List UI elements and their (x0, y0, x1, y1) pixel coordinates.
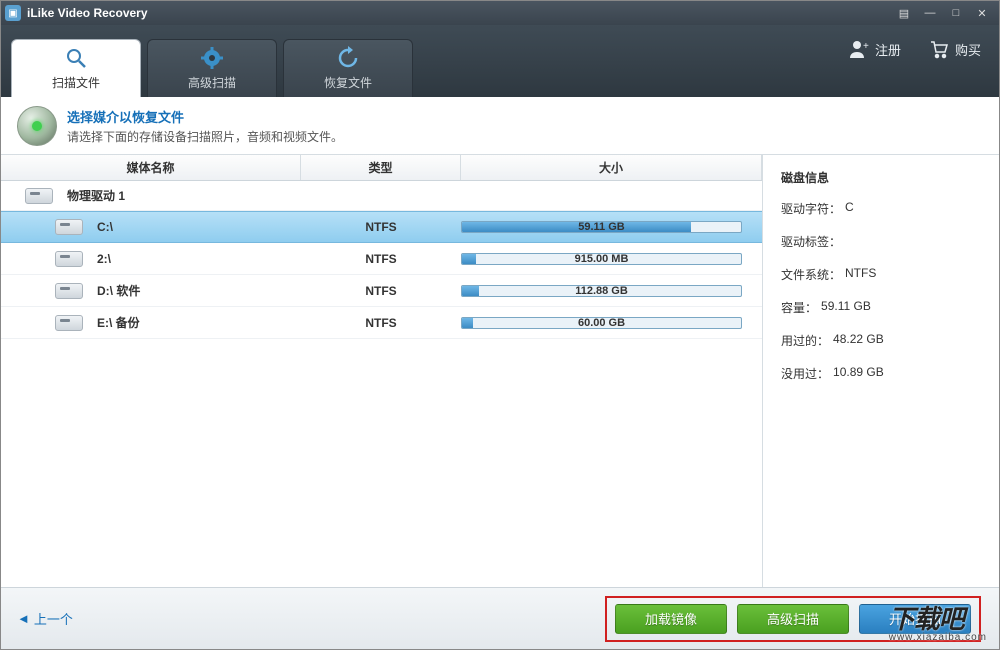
info-key: 没用过： (781, 365, 829, 382)
info-key: 驱动标签： (781, 233, 841, 250)
col-header-type[interactable]: 类型 (301, 155, 461, 180)
drive-row[interactable]: 2:\ NTFS 915.00 MB (1, 243, 762, 275)
arrow-left-icon: ◄ (17, 611, 30, 626)
usage-bar: 59.11 GB (461, 221, 742, 233)
tab-advanced-scan[interactable]: 高级扫描 (147, 39, 277, 97)
drive-table: 媒体名称 类型 大小 物理驱动 1 C:\ NTFS 59.11 GB 2:\ NTFS… (1, 155, 763, 587)
drive-type: NTFS (301, 252, 461, 266)
hdd-icon (25, 188, 53, 204)
tab-label: 扫描文件 (52, 74, 100, 91)
hdd-icon (55, 251, 83, 267)
info-key: 容量： (781, 299, 817, 316)
disk-info-row: 驱动字符：C (781, 200, 981, 217)
drive-name: C:\ (97, 220, 113, 234)
usage-bar: 60.00 GB (461, 317, 742, 329)
info-subtext: 请选择下面的存储设备扫描照片，音频和视频文件。 (67, 128, 343, 145)
info-key: 用过的： (781, 332, 829, 349)
app-title: iLike Video Recovery (27, 6, 891, 20)
info-value: 59.11 GB (821, 299, 871, 316)
minimize-button[interactable]: — (917, 4, 943, 22)
tab-label: 高级扫描 (188, 74, 236, 91)
cart-icon (929, 39, 949, 59)
register-button[interactable]: + 注册 (849, 39, 901, 59)
settings-window-button[interactable]: ▤ (891, 4, 917, 22)
toolbar: 扫描文件 高级扫描 恢复文件 + 注册 购买 (1, 25, 999, 97)
physical-drive-label: 物理驱动 1 (67, 187, 125, 204)
buy-button[interactable]: 购买 (929, 39, 981, 59)
table-header: 媒体名称 类型 大小 (1, 155, 762, 181)
disk-info-row: 文件系统：NTFS (781, 266, 981, 283)
maximize-button[interactable]: □ (943, 4, 969, 22)
disk-info-row: 没用过：10.89 GB (781, 365, 981, 382)
toolbar-right: + 注册 购买 (849, 39, 981, 59)
drive-type: NTFS (301, 220, 461, 234)
buy-label: 购买 (955, 40, 981, 59)
hdd-icon (55, 219, 83, 235)
info-key: 文件系统： (781, 266, 841, 283)
advanced-scan-button[interactable]: 高级扫描 (737, 604, 849, 634)
info-value: C (845, 200, 854, 217)
info-value: 10.89 GB (833, 365, 884, 382)
previous-label: 上一个 (34, 609, 73, 628)
previous-link[interactable]: ◄ 上一个 (17, 609, 73, 628)
tab-recover-files[interactable]: 恢复文件 (283, 39, 413, 97)
col-header-name[interactable]: 媒体名称 (1, 155, 301, 180)
title-bar: ▣ iLike Video Recovery ▤ — □ ✕ (1, 1, 999, 25)
drive-name: D:\ 软件 (97, 282, 140, 299)
tab-scan-files[interactable]: 扫描文件 (11, 39, 141, 97)
usage-bar: 112.88 GB (461, 285, 742, 297)
scan-orb-icon (17, 106, 57, 146)
info-strip: 选择媒介以恢复文件 请选择下面的存储设备扫描照片，音频和视频文件。 (1, 97, 999, 155)
info-value: NTFS (845, 266, 876, 283)
action-button-group: 加载镜像 高级扫描 开始扫描 (605, 596, 981, 642)
drive-size: 59.11 GB (578, 221, 624, 233)
disk-info-title: 磁盘信息 (781, 169, 981, 186)
window-controls: ▤ — □ ✕ (891, 4, 995, 22)
disk-info-row: 用过的：48.22 GB (781, 332, 981, 349)
info-heading: 选择媒介以恢复文件 (67, 107, 343, 126)
main-area: 媒体名称 类型 大小 物理驱动 1 C:\ NTFS 59.11 GB 2:\ NTFS… (1, 155, 999, 587)
info-value: 48.22 GB (833, 332, 884, 349)
magnifier-icon (64, 46, 88, 70)
start-scan-button[interactable]: 开始扫描 (859, 604, 971, 634)
usage-bar: 915.00 MB (461, 253, 742, 265)
app-icon: ▣ (5, 5, 21, 21)
disk-info-panel: 磁盘信息 驱动字符：C驱动标签：文件系统：NTFS容量：59.11 GB用过的：… (763, 155, 999, 587)
refresh-icon (336, 46, 360, 70)
drive-size: 915.00 MB (575, 253, 629, 265)
drive-type: NTFS (301, 316, 461, 330)
col-header-size[interactable]: 大小 (461, 155, 762, 180)
drive-size: 112.88 GB (575, 285, 628, 297)
load-image-button[interactable]: 加载镜像 (615, 604, 727, 634)
svg-text:+: + (863, 41, 869, 52)
register-label: 注册 (875, 40, 901, 59)
drive-type: NTFS (301, 284, 461, 298)
physical-drive-row[interactable]: 物理驱动 1 (1, 181, 762, 211)
drive-row[interactable]: D:\ 软件 NTFS 112.88 GB (1, 275, 762, 307)
drive-row[interactable]: C:\ NTFS 59.11 GB (1, 211, 762, 243)
hdd-icon (55, 315, 83, 331)
drive-name: 2:\ (97, 252, 111, 266)
footer: ◄ 上一个 加载镜像 高级扫描 开始扫描 (1, 587, 999, 649)
close-button[interactable]: ✕ (969, 4, 995, 22)
disk-info-row: 容量：59.11 GB (781, 299, 981, 316)
tab-label: 恢复文件 (324, 74, 372, 91)
drive-row[interactable]: E:\ 备份 NTFS 60.00 GB (1, 307, 762, 339)
user-plus-icon: + (849, 39, 869, 59)
table-body: 物理驱动 1 C:\ NTFS 59.11 GB 2:\ NTFS 915.00 MB D:… (1, 181, 762, 587)
drive-name: E:\ 备份 (97, 314, 140, 331)
drive-size: 60.00 GB (578, 317, 625, 329)
info-key: 驱动字符： (781, 200, 841, 217)
disk-info-row: 驱动标签： (781, 233, 981, 250)
gear-icon (200, 46, 224, 70)
hdd-icon (55, 283, 83, 299)
